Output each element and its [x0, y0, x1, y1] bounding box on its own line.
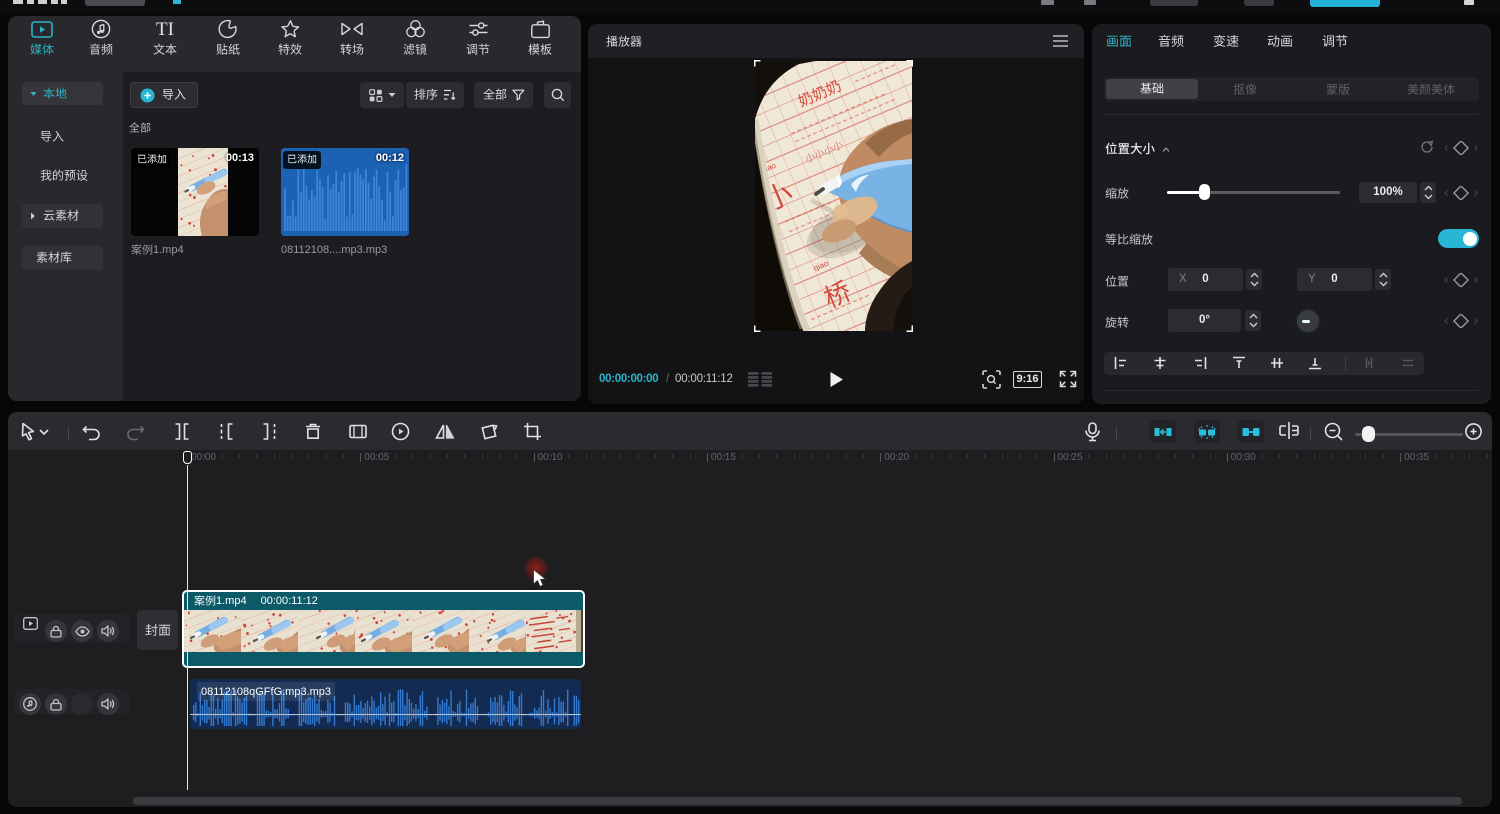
svg-text:TI: TI — [156, 20, 174, 38]
